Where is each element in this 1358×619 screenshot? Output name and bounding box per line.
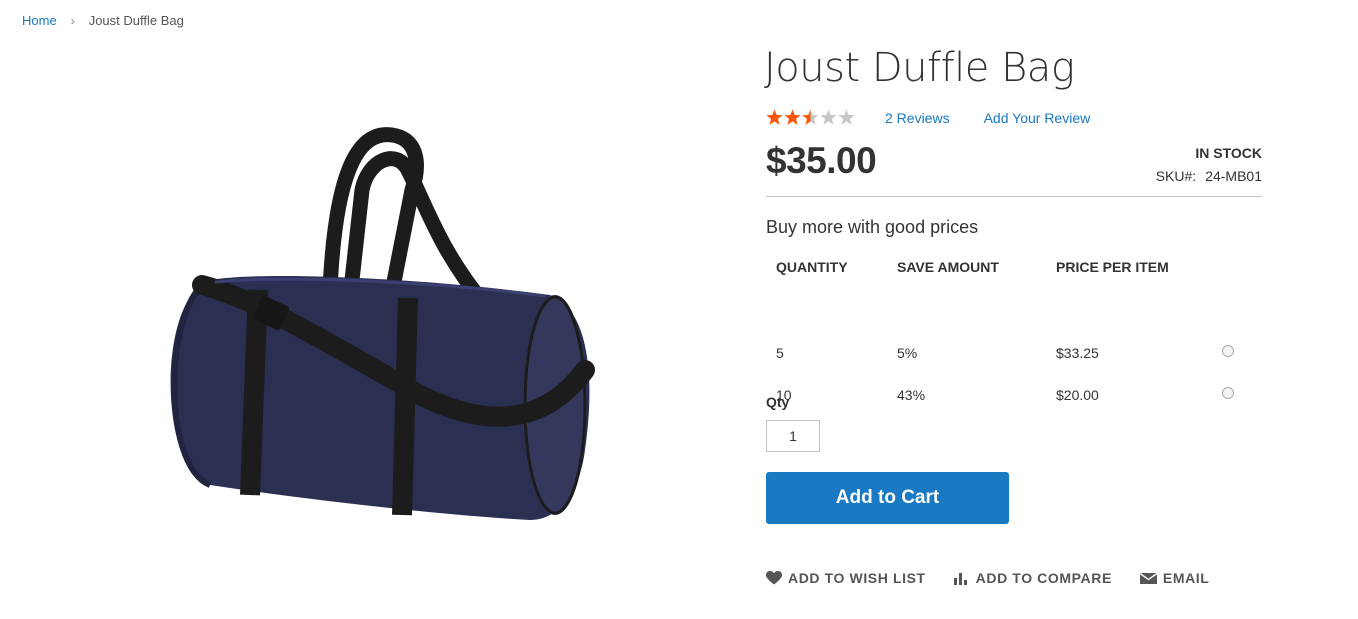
tier-price: $33.25 <box>1056 345 1099 361</box>
wishlist-label: Add to Wish List <box>788 570 926 586</box>
star-icon <box>820 109 837 125</box>
stock-status: In stock <box>1195 145 1262 161</box>
product-info-panel: Joust Duffle Bag 2 Reviews Add Your Revi… <box>764 44 1262 586</box>
tier-radio[interactable] <box>1222 387 1234 399</box>
tier-price: $20.00 <box>1056 387 1099 403</box>
divider <box>766 196 1262 197</box>
heart-icon <box>766 571 782 585</box>
product-social-actions: Add to Wish List Add to Compare Email <box>766 570 1237 586</box>
email-label: Email <box>1162 570 1210 586</box>
add-to-compare-button[interactable]: Add to Compare <box>953 570 1112 586</box>
breadcrumb-current: Joust Duffle Bag <box>88 13 184 28</box>
breadcrumb: Home › Joust Duffle Bag <box>22 13 184 28</box>
product-sku: SKU#: 24-MB01 <box>1156 168 1262 184</box>
header-quantity: QUANTITY <box>776 259 848 275</box>
breadcrumb-home-link[interactable]: Home <box>22 13 57 28</box>
compare-label: Add to Compare <box>975 570 1112 586</box>
tier-radio[interactable] <box>1222 345 1234 357</box>
header-price-per-item: PRICE PER ITEM <box>1056 259 1169 275</box>
envelope-icon <box>1139 572 1157 584</box>
chevron-right-icon: › <box>70 13 75 28</box>
add-to-cart-button[interactable]: Add to Cart <box>766 472 1009 524</box>
qty-input[interactable] <box>766 420 820 452</box>
star-icon <box>766 109 783 125</box>
add-to-wishlist-button[interactable]: Add to Wish List <box>766 570 926 586</box>
sku-value: 24-MB01 <box>1205 168 1262 184</box>
star-icon <box>784 109 801 125</box>
header-save-amount: SAVE AMOUNT <box>897 259 999 275</box>
tier-quantity: 5 <box>776 345 784 361</box>
product-image[interactable] <box>140 120 610 540</box>
tier-save: 43% <box>897 387 926 403</box>
add-review-link[interactable]: Add Your Review <box>984 110 1091 126</box>
page-title: Joust Duffle Bag <box>764 45 1075 91</box>
product-price: $35.00 <box>766 140 877 181</box>
duffle-bag-icon <box>170 127 595 520</box>
reviews-link[interactable]: 2 Reviews <box>885 110 950 126</box>
email-button[interactable]: Email <box>1139 570 1210 586</box>
sku-label: SKU#: <box>1155 168 1197 184</box>
star-icon <box>802 109 819 125</box>
compare-bars-icon <box>953 573 967 585</box>
tier-price-title: Buy more with good prices <box>766 217 979 237</box>
tier-save: 5% <box>897 345 918 361</box>
qty-label: Qty <box>766 394 790 410</box>
rating-stars <box>766 109 855 126</box>
product-reviews-summary: 2 Reviews Add Your Review <box>766 109 1090 126</box>
star-icon <box>838 109 855 125</box>
